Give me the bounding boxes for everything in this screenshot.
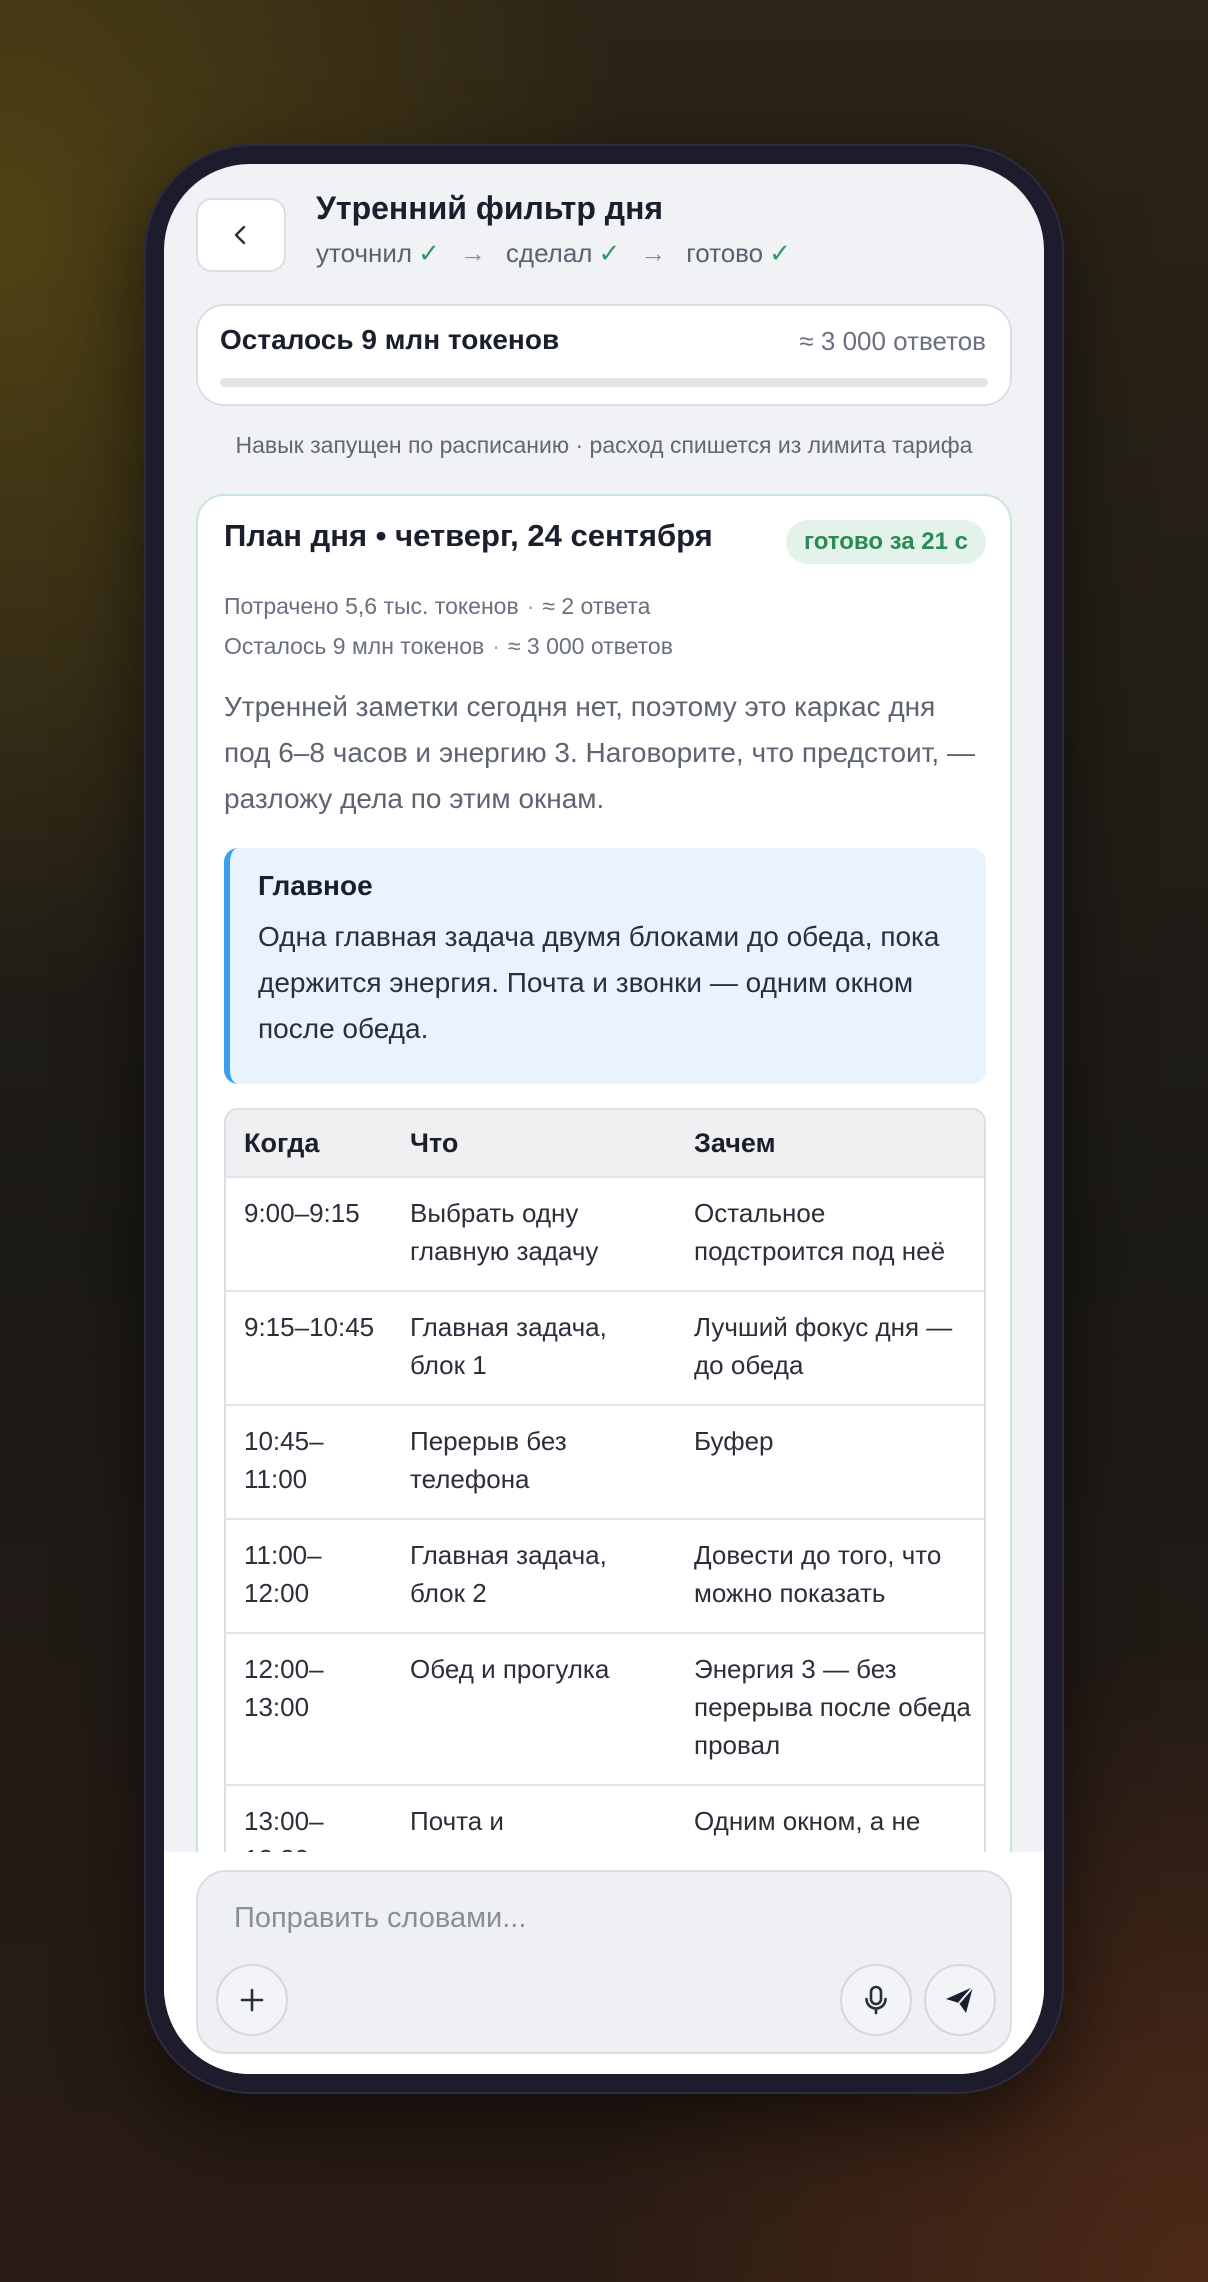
- step-clarified: уточнил ✓: [316, 238, 440, 268]
- cell-why: Лучший фокус дня — до обеда: [694, 1312, 953, 1380]
- schedule-note: Навык запущен по расписанию · расход спи…: [235, 432, 973, 458]
- app-screen: Утренний фильтр дня уточнил ✓ → сделал ✓ →…: [164, 164, 1044, 2074]
- arrow-icon: →: [640, 238, 667, 268]
- back-button[interactable]: [196, 198, 286, 272]
- cell-what: Выбрать одну главную задачу: [410, 1198, 599, 1266]
- remaining-line: Осталось 9 млн токенов · ≈ 3 000 ответов: [224, 633, 673, 659]
- microphone-icon: [865, 1985, 887, 2015]
- cell-what: Главная задача, блок 2: [410, 1540, 607, 1608]
- check-icon: ✓: [598, 238, 621, 268]
- cell-what: Обед и прогулка: [410, 1654, 610, 1684]
- cell-why: Буфер: [694, 1426, 774, 1456]
- cell-when: 9:15–10:45: [244, 1312, 375, 1342]
- table-row: 9:15–10:45 Главная задача, блок 1 Лучший…: [226, 1290, 984, 1404]
- cell-why: Остальное подстроится под неё: [694, 1198, 946, 1266]
- plan-table: Когда Что Зачем 9:00–9:15 Выбрать одну г…: [224, 1108, 986, 1900]
- column-header-what: Что: [410, 1128, 459, 1158]
- spent-line: Потрачено 5,6 тыс. токенов · ≈ 2 ответа: [224, 593, 651, 619]
- table-row: 11:00–12:00 Главная задача, блок 2 Довес…: [226, 1518, 984, 1632]
- arrow-icon: →: [459, 238, 486, 268]
- send-icon: [946, 1986, 974, 2013]
- cell-when: 10:45–11:00: [244, 1426, 324, 1494]
- chevron-left-icon: [234, 225, 246, 245]
- column-header-when: Когда: [244, 1128, 320, 1158]
- cell-when: 12:00–13:00: [244, 1654, 324, 1722]
- plus-icon: [240, 1988, 264, 2012]
- tokens-answers: ≈ 3 000 ответов: [799, 326, 986, 356]
- step-done: сделал ✓: [505, 238, 621, 268]
- table-row: 10:45–11:00 Перерыв без телефона Буфер: [226, 1404, 984, 1518]
- page-title: Утренний фильтр дня: [316, 190, 664, 226]
- main-callout-heading: Главное: [258, 870, 373, 901]
- cell-why: Довести до того, что можно показать: [694, 1540, 942, 1608]
- plan-title: План дня • четверг, 24 сентября: [224, 518, 713, 553]
- check-icon: ✓: [769, 238, 791, 268]
- column-header-why: Зачем: [694, 1128, 776, 1158]
- cell-what: Главная задача, блок 1: [410, 1312, 607, 1380]
- cell-what: Перерыв без телефона: [410, 1426, 567, 1494]
- correction-input[interactable]: [234, 1902, 934, 1935]
- table-row: 12:00–13:00 Обед и прогулка Энергия 3 — …: [226, 1632, 984, 1784]
- tokens-remaining: Осталось 9 млн токенов: [220, 324, 560, 355]
- cell-when: 11:00–12:00: [244, 1540, 322, 1608]
- plan-stats: Потрачено 5,6 тыс. токенов · ≈ 2 ответа Ос…: [224, 586, 673, 666]
- step-ready: готово ✓: [686, 238, 791, 268]
- add-button[interactable]: [216, 1964, 288, 2036]
- voice-button[interactable]: [840, 1964, 912, 2036]
- composer: [196, 1870, 1012, 2054]
- table-header-row: Когда Что Зачем: [226, 1110, 984, 1176]
- progress-steps: уточнил ✓ → сделал ✓ → готово ✓: [316, 238, 791, 269]
- plan-card: План дня • четверг, 24 сентября готово з…: [196, 494, 1012, 2074]
- plan-intro: Утренней заметки сегодня нет, поэтому эт…: [224, 691, 975, 814]
- main-callout: Главное Одна главная задача двумя блокам…: [224, 848, 986, 1084]
- cell-why: Энергия 3 — без перерыва после обеда про…: [694, 1654, 971, 1760]
- cell-when: 9:00–9:15: [244, 1198, 360, 1228]
- status-badge: готово за 21 с: [786, 520, 986, 564]
- send-button[interactable]: [924, 1964, 996, 2036]
- table-row: 9:00–9:15 Выбрать одну главную задачу Ос…: [226, 1176, 984, 1290]
- tokens-card: Осталось 9 млн токенов ≈ 3 000 ответов: [196, 304, 1012, 406]
- main-callout-text: Одна главная задача двумя блоками до обе…: [258, 921, 940, 1044]
- tokens-progress-bar: [220, 378, 988, 387]
- check-icon: ✓: [418, 238, 440, 268]
